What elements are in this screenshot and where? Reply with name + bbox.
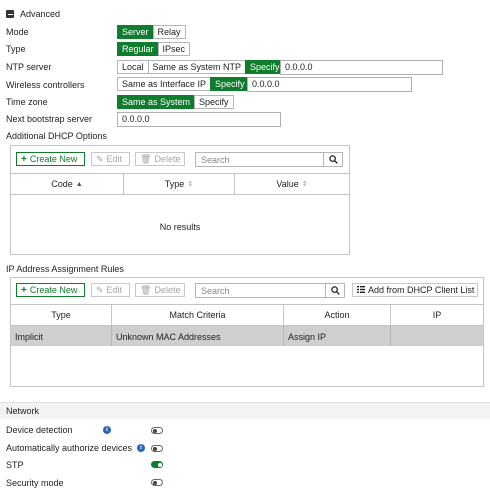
ip-rules-table: Type Match Criteria Action IP Implicit U… [10,304,484,387]
minus-square-icon[interactable] [6,10,14,18]
ip-rules-create-new-button[interactable]: + Create New [16,283,85,297]
table-row[interactable]: Implicit Unknown MAC Addresses Assign IP [11,326,483,346]
trash-icon: 🗑 [140,284,152,295]
device-detection-toggle[interactable] [151,427,163,434]
mode-label: Mode [6,27,29,37]
auto-authorize-toggle[interactable] [151,445,163,452]
auto-authorize-label: Automatically authorize devices [6,443,133,453]
ip-col-action[interactable]: Action [284,305,391,325]
type-label: Type [6,44,26,54]
plus-icon: + [21,284,27,296]
dhcp-col-type[interactable]: Type ⇕ [124,174,235,194]
dhcp-empty-message: No results [159,222,201,232]
security-mode-label: Security mode [6,478,64,488]
plus-icon: + [21,153,27,165]
advanced-section-header[interactable]: Advanced [6,9,60,19]
network-title: Network [6,406,40,416]
ip-col-ip[interactable]: IP [391,305,483,325]
type-regular-option[interactable]: Regular [117,42,159,56]
dhcp-delete-button[interactable]: 🗑 Delete [135,152,185,166]
next-bootstrap-label: Next bootstrap server [6,114,93,124]
ip-rules-search-input[interactable]: Search [196,286,325,296]
mode-server-option[interactable]: Server [117,25,154,39]
advanced-title: Advanced [20,9,61,19]
network-section-header: Network [0,402,490,419]
dhcp-options-title: Additional DHCP Options [6,131,107,141]
ip-rules-edit-button[interactable]: ✎ Edit [91,283,130,297]
dhcp-search-box: Search [195,152,343,167]
mode-relay-option[interactable]: Relay [152,25,186,39]
stp-toggle[interactable] [151,461,163,468]
dhcp-create-new-button[interactable]: + Create New [16,152,85,166]
dhcp-edit-button[interactable]: ✎ Edit [91,152,130,166]
info-icon[interactable]: i [137,444,145,452]
search-icon[interactable] [325,284,344,297]
ntp-same-as-system-option[interactable]: Same as System NTP [147,60,247,74]
time-zone-label: Time zone [6,97,48,107]
stp-label: STP [6,460,24,470]
ip-col-match-criteria[interactable]: Match Criteria [112,305,284,325]
ntp-server-input[interactable]: 0.0.0.0 [280,60,443,75]
ntp-specify-option[interactable]: Specify [245,60,285,74]
pencil-icon: ✎ [96,153,104,164]
list-icon [357,285,365,295]
sort-icon: ⇕ [301,181,308,188]
dhcp-search-input[interactable]: Search [196,155,323,165]
row-action-cell: Assign IP [288,332,327,342]
wlc-specify-option[interactable]: Specify [210,77,250,91]
ntp-server-label: NTP server [6,62,52,72]
trash-icon: 🗑 [140,153,152,164]
dhcp-col-code[interactable]: Code ▲ [11,174,124,194]
next-bootstrap-input[interactable]: 0.0.0.0 [117,112,281,127]
sort-icon: ⇕ [187,181,194,188]
dhcp-options-table: Code ▲ Type ⇕ Value ⇕ No results [10,173,350,255]
tz-same-as-system-option[interactable]: Same as System [117,95,196,109]
ip-rules-title: IP Address Assignment Rules [6,264,124,274]
dhcp-col-value[interactable]: Value ⇕ [235,174,349,194]
security-mode-toggle[interactable] [151,479,163,486]
type-ipsec-option[interactable]: IPsec [157,42,191,56]
device-detection-label: Device detection [6,425,73,435]
type-toggle: Regular IPsec [117,42,191,56]
pencil-icon: ✎ [96,284,104,295]
info-icon[interactable]: i [103,426,111,434]
tz-specify-option[interactable]: Specify [194,95,234,109]
wlc-same-as-interface-option[interactable]: Same as Interface IP [117,77,212,91]
sort-asc-icon: ▲ [75,180,83,188]
wireless-controllers-toggle: Same as Interface IP Specify [117,77,250,91]
ntp-local-option[interactable]: Local [117,60,149,74]
add-from-dhcp-client-list-button[interactable]: Add from DHCP Client List [352,283,478,297]
search-icon[interactable] [323,153,342,166]
mode-toggle: Server Relay [117,25,186,39]
ip-col-type[interactable]: Type [11,305,112,325]
row-match-cell: Unknown MAC Addresses [116,332,221,342]
row-type-cell: Implicit [15,332,44,342]
wireless-controllers-label: Wireless controllers [6,80,85,90]
time-zone-toggle: Same as System Specify [117,95,234,109]
ip-rules-search-box: Search [195,283,345,298]
ntp-server-toggle: Local Same as System NTP Specify [117,60,285,74]
ip-rules-delete-button[interactable]: 🗑 Delete [135,283,185,297]
wireless-controllers-input[interactable]: 0.0.0.0 [247,77,412,92]
